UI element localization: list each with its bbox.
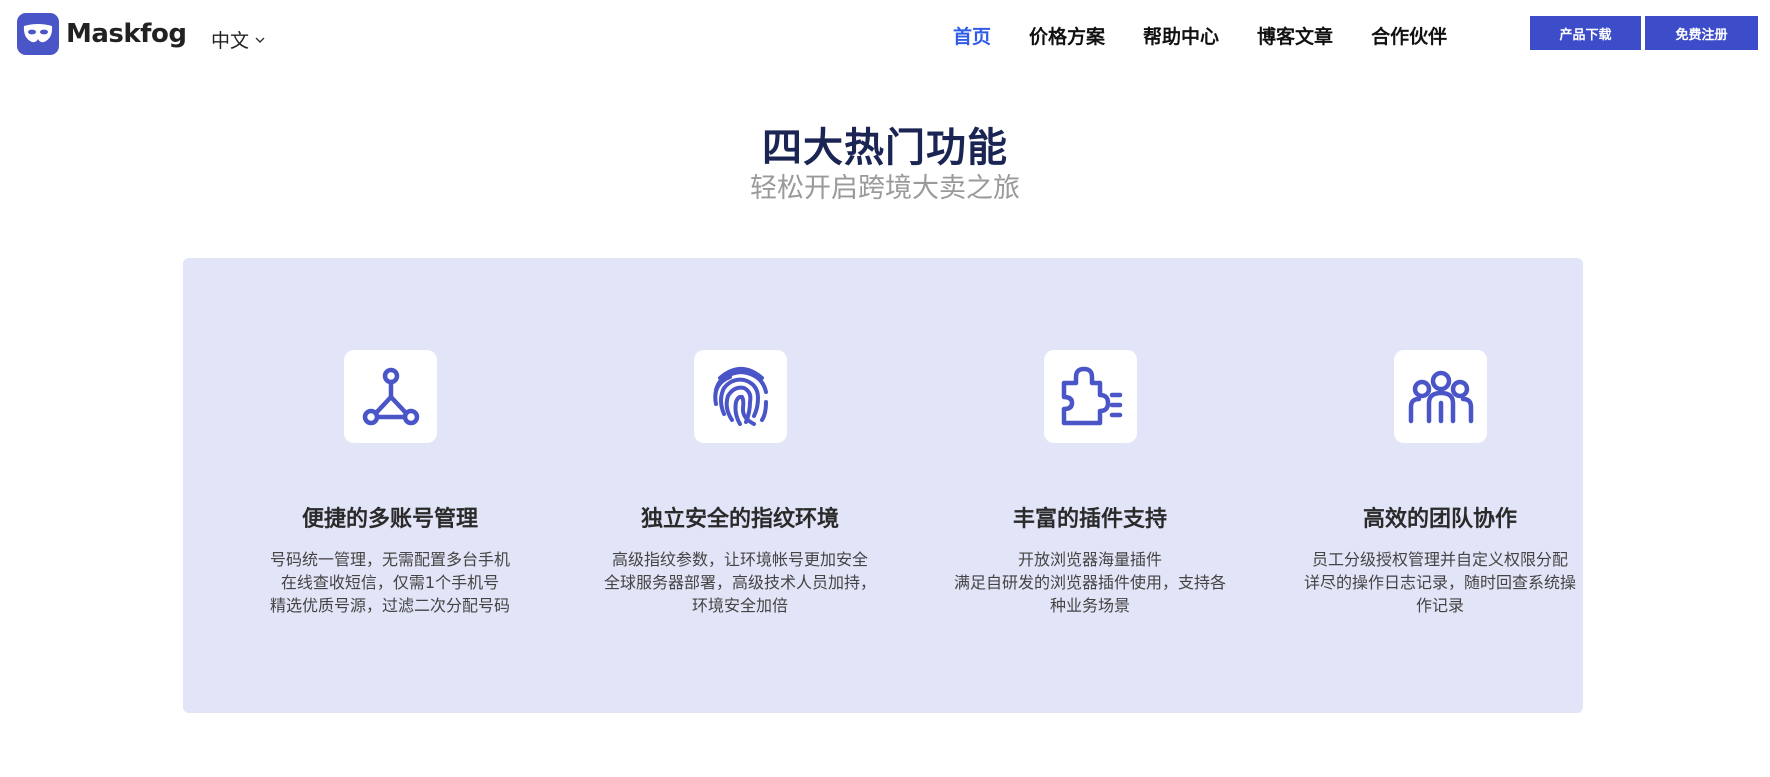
section-title: 四大热门功能 <box>762 125 1008 171</box>
section-subtitle: 轻松开启跨境大卖之旅 <box>750 173 1020 204</box>
header: Maskfog 中文 首页 价格方案 帮助中心 博客文章 合作伙伴 产品下载 免… <box>0 0 1770 72</box>
feature-description-line: 在线查收短信，仅需1个手机号 <box>280 573 500 592</box>
feature-card: 独立安全的指纹环境 高级指纹参数，让环境帐号更加安全 全球服务器部署，高级技术人… <box>590 258 890 713</box>
nav-item-pricing[interactable]: 价格方案 <box>1029 22 1105 49</box>
main-nav: 首页 价格方案 帮助中心 博客文章 合作伙伴 <box>953 22 1485 49</box>
feature-description-line: 高级指纹参数，让环境帐号更加安全 <box>611 550 868 569</box>
brand-name: Maskfog <box>66 19 187 49</box>
feature-description-line: 精选优质号源，过滤二次分配号码 <box>269 596 510 615</box>
nav-item-help[interactable]: 帮助中心 <box>1143 22 1219 49</box>
nav-item-home[interactable]: 首页 <box>953 22 991 49</box>
feature-description-line: 开放浏览器海量插件 <box>1017 550 1162 569</box>
feature-description-line: 满足自研发的浏览器插件使用，支持各 <box>953 573 1226 592</box>
features-panel: 便捷的多账号管理 号码统一管理，无需配置多台手机 在线查收短信，仅需1个手机号 … <box>183 258 1583 713</box>
feature-title: 独立安全的指纹环境 <box>640 507 839 532</box>
feature-description-line: 详尽的操作日志记录，随时回查系统操 <box>1303 573 1576 592</box>
feature-title: 丰富的插件支持 <box>1012 507 1167 532</box>
feature-card: 丰富的插件支持 开放浏览器海量插件 满足自研发的浏览器插件使用，支持各 种业务场… <box>940 258 1240 713</box>
download-button[interactable]: 产品下载 <box>1530 16 1641 50</box>
feature-description-line: 环境安全加倍 <box>691 596 788 615</box>
feature-description-line: 作记录 <box>1415 596 1464 615</box>
register-button[interactable]: 免费注册 <box>1645 16 1758 50</box>
team-group-icon <box>1394 350 1487 443</box>
feature-card: 高效的团队协作 员工分级授权管理并自定义权限分配 详尽的操作日志记录，随时回查系… <box>1290 258 1590 713</box>
feature-description-line: 种业务场景 <box>1049 596 1130 615</box>
feature-card: 便捷的多账号管理 号码统一管理，无需配置多台手机 在线查收短信，仅需1个手机号 … <box>240 258 540 713</box>
language-selector[interactable]: 中文 <box>211 26 265 53</box>
feature-title: 高效的团队协作 <box>1362 507 1517 532</box>
chevron-down-icon <box>255 37 265 43</box>
feature-description: 号码统一管理，无需配置多台手机 在线查收短信，仅需1个手机号 精选优质号源，过滤… <box>240 548 540 617</box>
nav-item-partners[interactable]: 合作伙伴 <box>1371 22 1447 49</box>
puzzle-plugin-icon <box>1044 350 1137 443</box>
feature-description-line: 号码统一管理，无需配置多台手机 <box>269 550 510 569</box>
feature-description: 开放浏览器海量插件 满足自研发的浏览器插件使用，支持各 种业务场景 <box>940 548 1240 617</box>
fingerprint-icon <box>694 350 787 443</box>
feature-description: 员工分级授权管理并自定义权限分配 详尽的操作日志记录，随时回查系统操 作记录 <box>1290 548 1590 617</box>
language-label: 中文 <box>211 30 250 52</box>
network-nodes-icon <box>344 350 437 443</box>
mask-logo-icon <box>17 13 59 55</box>
feature-description-line: 员工分级授权管理并自定义权限分配 <box>1311 550 1568 569</box>
nav-item-blog[interactable]: 博客文章 <box>1257 22 1333 49</box>
feature-description-line: 全球服务器部署，高级技术人员加持， <box>603 573 876 592</box>
feature-title: 便捷的多账号管理 <box>301 507 478 532</box>
brand-logo[interactable]: Maskfog <box>17 13 187 55</box>
feature-description: 高级指纹参数，让环境帐号更加安全 全球服务器部署，高级技术人员加持， 环境安全加… <box>590 548 890 617</box>
